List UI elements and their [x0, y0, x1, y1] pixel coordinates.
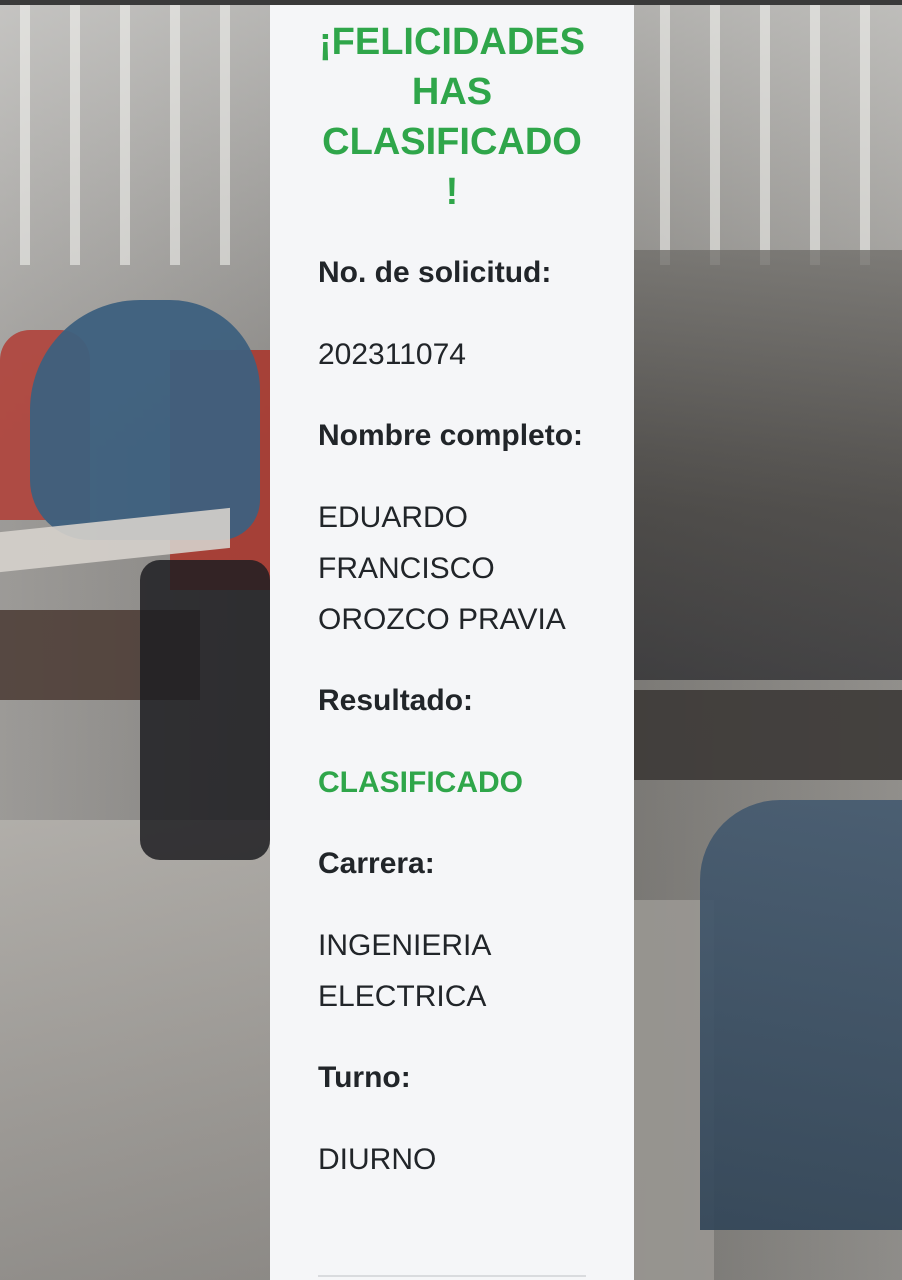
carrera-value: INGENIERIA ELECTRICA [318, 929, 490, 1013]
nombre-label: Nombre completo: [318, 419, 584, 452]
nombre-value: EDUARDO FRANCISCO OROZCO PRAVIA [318, 501, 566, 636]
result-card: ¡FELICIDADES HAS CLASIFICADO ! No. de so… [270, 5, 634, 1280]
resultado-label: Resultado: [318, 684, 474, 717]
status-strip [0, 0, 902, 5]
turno-value: DIURNO [318, 1143, 437, 1176]
divider [318, 1275, 586, 1277]
carrera-label: Carrera: [318, 847, 435, 880]
resultado-value: CLASIFICADO [318, 766, 523, 799]
solicitud-value: 202311074 [318, 338, 466, 371]
congratulations-heading: ¡FELICIDADES HAS CLASIFICADO ! [319, 21, 585, 213]
page: ¡FELICIDADES HAS CLASIFICADO ! No. de so… [0, 0, 902, 1280]
turno-label: Turno: [318, 1061, 411, 1094]
solicitud-label: No. de solicitud: [318, 256, 552, 289]
